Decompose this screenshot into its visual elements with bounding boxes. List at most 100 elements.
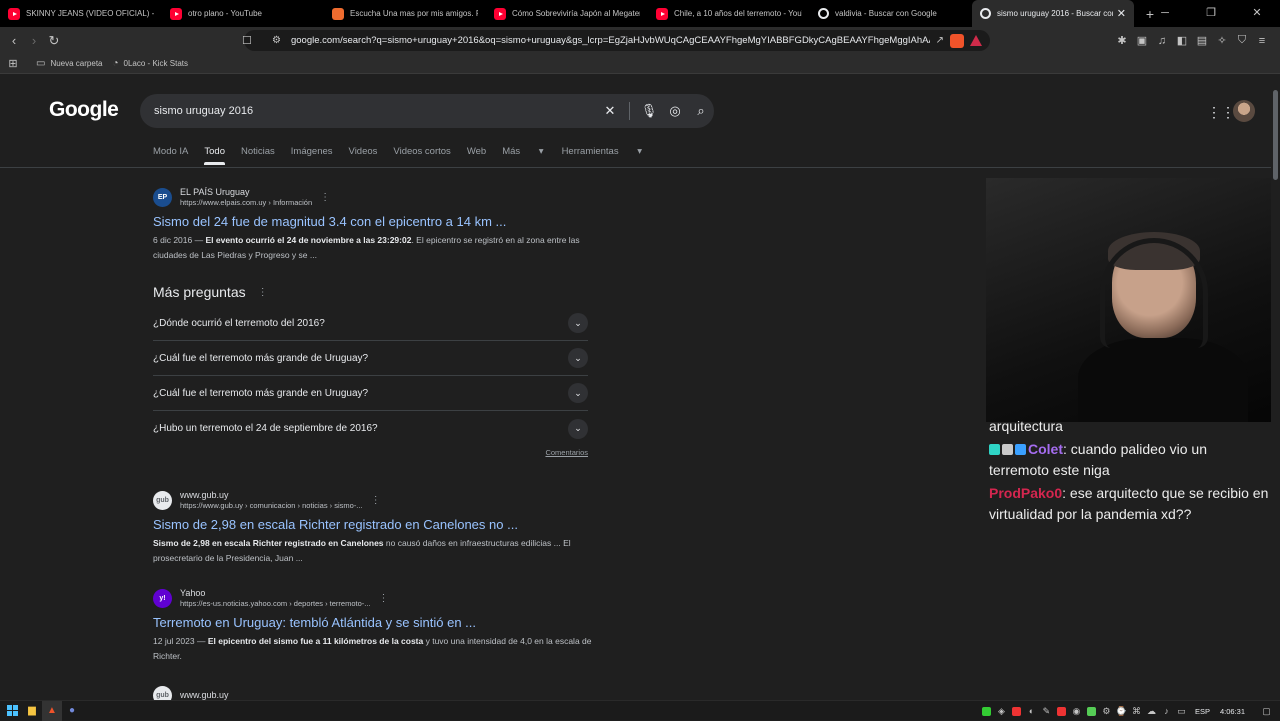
paa-heading-text: Más preguntas	[153, 284, 246, 300]
tray-app-icon[interactable]: ⚙	[1099, 706, 1114, 717]
apps-grid-icon[interactable]: ⊞	[0, 57, 26, 70]
reload-icon[interactable]: ↻	[44, 33, 64, 49]
back-icon[interactable]: ‹	[4, 33, 24, 48]
tab-6-active[interactable]: sismo uruguay 2016 - Buscar con Google ✕	[972, 0, 1134, 27]
music-icon[interactable]: ♫	[1152, 35, 1172, 47]
chevron-down-icon[interactable]: ⌄	[568, 418, 588, 439]
result-source[interactable]: gub www.gub.uy	[153, 684, 593, 700]
tray-app-icon[interactable]: ⌚	[1114, 706, 1129, 717]
close-window-icon[interactable]: ✕	[1234, 0, 1280, 27]
url-text[interactable]: google.com/search?q=sismo+uruguay+2016&o…	[291, 35, 930, 46]
leo-icon[interactable]: ✧	[1212, 34, 1232, 47]
chevron-down-icon[interactable]: ⌄	[568, 383, 588, 403]
result-title-link[interactable]: Terremoto en Uruguay: tembló Atlántida y…	[153, 615, 593, 630]
tray-app-icon[interactable]: ⌘	[1129, 706, 1144, 717]
volume-icon[interactable]: ♪	[1159, 706, 1174, 716]
result-source[interactable]: gub www.gub.uy https://www.gub.uy › comu…	[153, 489, 593, 511]
search-icon[interactable]: ⌕	[688, 103, 714, 119]
avatar[interactable]	[1233, 100, 1255, 122]
result-breadcrumb: https://www.gub.uy › comunicacion › noti…	[180, 500, 363, 510]
tray-app-icon[interactable]	[1086, 706, 1096, 716]
tray-app-icon[interactable]	[981, 706, 991, 716]
close-tab-icon[interactable]: ✕	[1117, 7, 1126, 20]
result-date: 6 dic 2016	[153, 235, 193, 245]
filter-todo[interactable]: Todo	[204, 146, 225, 165]
more-options-icon[interactable]: ⋮	[258, 287, 268, 298]
restore-icon[interactable]: ❐	[1188, 0, 1234, 27]
paa-question[interactable]: ¿Cuál fue el terremoto más grande en Uru…	[153, 376, 588, 411]
google-logo[interactable]: Google	[49, 98, 119, 122]
chevron-down-icon[interactable]: ⌄	[568, 348, 588, 368]
extension-icon[interactable]: ✱	[1112, 34, 1132, 47]
file-explorer-icon[interactable]: ▆	[22, 701, 42, 721]
bookmark-item[interactable]: ◔ 0Laco - Kick Stats	[112, 58, 188, 69]
microphone-icon[interactable]: 🎙	[636, 103, 662, 119]
filter-noticias[interactable]: Noticias	[241, 146, 275, 157]
tray-app-icon[interactable]: ◐	[1024, 706, 1039, 716]
tab-0[interactable]: SKINNY JEANS (VIDEO OFICIAL) - YouTube	[0, 0, 162, 27]
sidebar-icon[interactable]: ◧	[1172, 34, 1192, 47]
filter-videos-cortos[interactable]: Videos cortos	[393, 146, 450, 157]
vpn-icon[interactable]: ⛉	[1232, 34, 1252, 47]
scrollbar-thumb[interactable]	[1273, 90, 1278, 180]
address-bar[interactable]: ☐ ⚙ google.com/search?q=sismo+uruguay+20…	[242, 30, 990, 51]
search-box[interactable]: ✕ 🎙 ◎ ⌕	[140, 94, 714, 128]
language-indicator[interactable]: ESP	[1195, 707, 1210, 716]
bookmark-item[interactable]: ▭ Nueva carpeta	[36, 58, 102, 69]
paa-question[interactable]: ¿Dónde ocurrió el terremoto del 2016? ⌄	[153, 306, 588, 341]
filter-videos[interactable]: Videos	[349, 146, 378, 157]
share-icon[interactable]: ↗	[936, 35, 944, 46]
tab-3[interactable]: Cómo Sobreviviría Japón al Megaterremoto	[486, 0, 648, 27]
discord-icon[interactable]: ●	[62, 701, 82, 721]
tab-4[interactable]: Chile, a 10 años del terremoto - YouTube	[648, 0, 810, 27]
tab-1[interactable]: otro plano - YouTube	[162, 0, 324, 27]
tab-title: sismo uruguay 2016 - Buscar con Google	[997, 9, 1113, 18]
tray-app-icon[interactable]	[1011, 706, 1021, 716]
filter-web[interactable]: Web	[467, 146, 486, 157]
more-options-icon[interactable]: ⋮	[320, 192, 330, 203]
forward-icon[interactable]: ›	[24, 33, 44, 48]
tray-app-icon[interactable]	[1056, 706, 1066, 716]
result-source[interactable]: y! Yahoo https://es-us.noticias.yahoo.co…	[153, 587, 593, 609]
tab-2[interactable]: Escucha Una mas por mis amigos. Podcast	[324, 0, 486, 27]
tray-app-icon[interactable]: ◈	[994, 706, 1009, 717]
more-options-icon[interactable]: ⋮	[371, 495, 381, 506]
paa-question[interactable]: ¿Cuál fue el terremoto más grande de Uru…	[153, 341, 588, 376]
tray-app-icon[interactable]: ✎	[1039, 706, 1054, 717]
brave-shields-icon[interactable]	[950, 33, 964, 48]
notifications-icon[interactable]: ▢	[1259, 706, 1274, 717]
network-icon[interactable]: ☁	[1144, 706, 1159, 717]
filter-herramientas[interactable]: Herramientas ▾	[562, 146, 642, 157]
filter-mas[interactable]: Más ▾	[502, 146, 543, 157]
more-options-icon[interactable]: ⋮	[379, 593, 389, 604]
wallet-icon[interactable]: ▤	[1192, 34, 1212, 47]
result-date: 12 jul 2023	[153, 636, 195, 646]
result-source[interactable]: EP EL PAÍS Uruguay https://www.elpais.co…	[153, 186, 593, 208]
tab-title: otro plano - YouTube	[188, 9, 262, 18]
tray-app-icon[interactable]: ◉	[1069, 706, 1084, 717]
paa-question[interactable]: ¿Hubo un terremoto el 24 de septiembre d…	[153, 411, 588, 446]
feedback-link[interactable]: Comentarios	[153, 448, 588, 457]
tab-title: Chile, a 10 años del terremoto - YouTube	[674, 9, 802, 18]
site-info-icon[interactable]: ⚙	[272, 35, 281, 46]
bookmark-icon[interactable]: ☐	[242, 34, 252, 47]
search-input[interactable]	[154, 105, 597, 117]
tab-5[interactable]: valdivia - Buscar con Google	[810, 0, 972, 27]
brave-browser-icon[interactable]: ▲	[42, 700, 62, 721]
result-title-link[interactable]: Sismo del 24 fue de magnitud 3.4 con el …	[153, 214, 593, 229]
battery-icon[interactable]: ▭	[1174, 706, 1189, 717]
filter-imagenes[interactable]: Imágenes	[291, 146, 333, 157]
lens-icon[interactable]: ◎	[662, 103, 688, 119]
menu-icon[interactable]: ≡	[1252, 35, 1272, 47]
screenshot-icon[interactable]: ▣	[1132, 34, 1152, 47]
filter-modo-ia[interactable]: Modo IA	[153, 146, 188, 157]
chevron-down-icon[interactable]: ⌄	[568, 313, 588, 333]
result-title-link[interactable]: Sismo de 2,98 en escala Richter registra…	[153, 517, 593, 532]
clock[interactable]: 4:06:31	[1220, 707, 1245, 716]
brave-rewards-icon[interactable]	[970, 35, 982, 46]
page-scrollbar[interactable]	[1271, 76, 1280, 700]
clear-icon[interactable]: ✕	[597, 103, 623, 119]
windows-start-icon[interactable]	[2, 701, 22, 721]
chat-username: Colet	[1028, 441, 1063, 457]
minimize-icon[interactable]: ─	[1142, 0, 1188, 27]
